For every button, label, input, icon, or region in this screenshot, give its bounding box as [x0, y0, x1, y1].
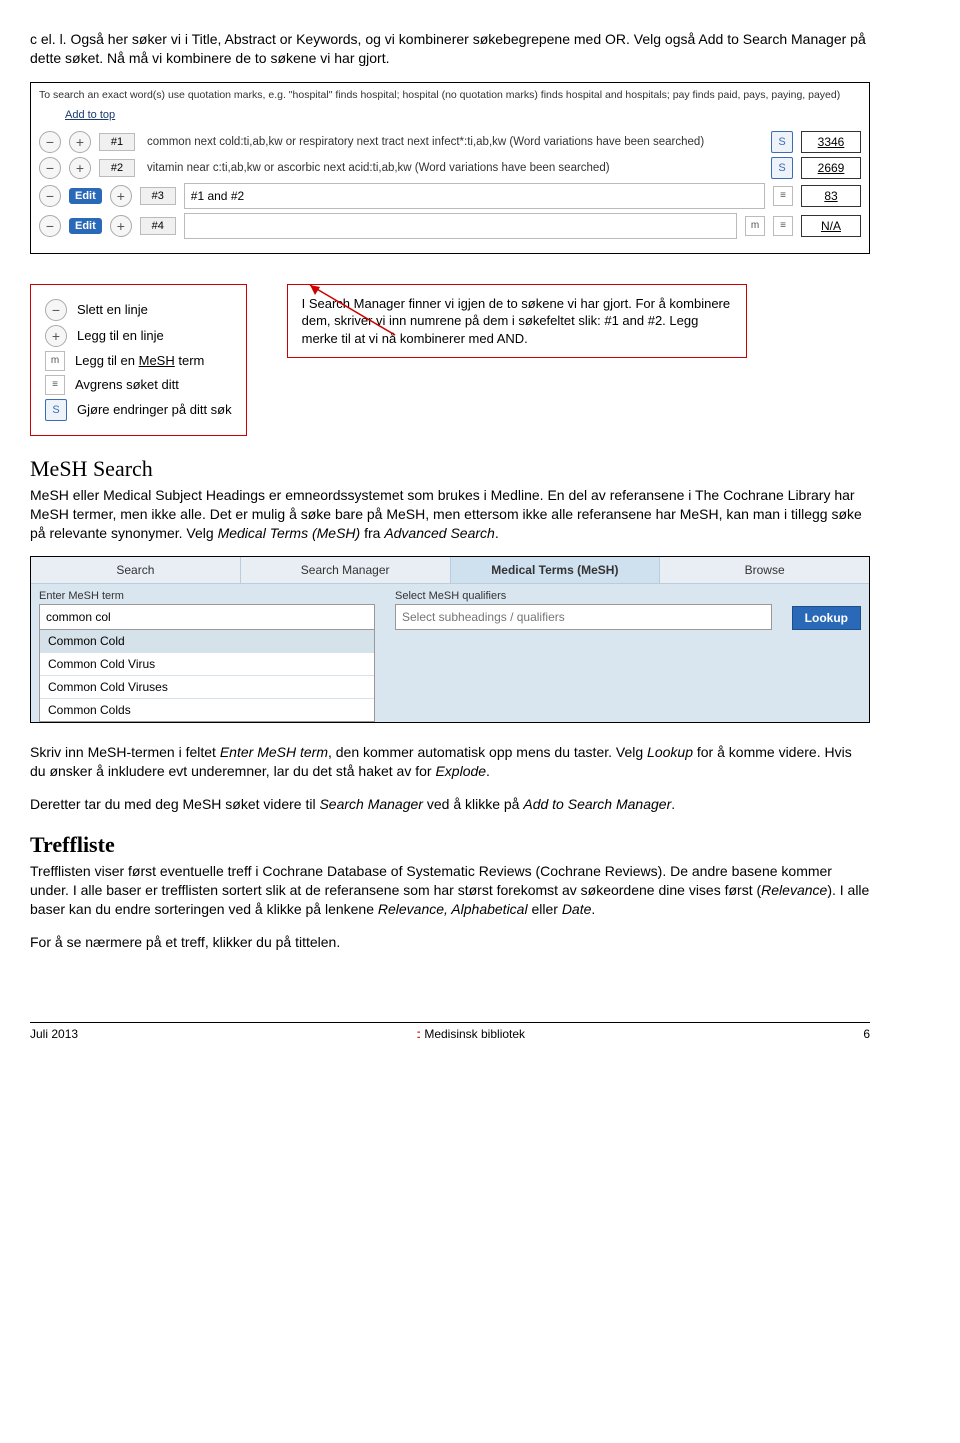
enter-mesh-label: Enter MeSH term — [39, 590, 375, 602]
treffliste-p2: For å se nærmere på et treff, klikker du… — [30, 933, 870, 952]
mesh-screenshot: Search Search Manager Medical Terms (MeS… — [30, 556, 870, 723]
after-mesh-p2: Deretter tar du med deg MeSH søket vider… — [30, 795, 870, 814]
legend-label: Slett en linje — [77, 302, 148, 317]
query-input[interactable] — [184, 183, 765, 209]
suggestion-list: Common Cold Common Cold Virus Common Col… — [39, 629, 375, 722]
add-to-top-link[interactable]: Add to top — [65, 109, 115, 121]
intro-paragraph: c el. l. Også her søker vi i Title, Abst… — [30, 30, 870, 68]
s-icon[interactable]: S — [771, 131, 793, 153]
minus-icon[interactable]: − — [39, 185, 61, 207]
legend-label: Legg til en linje — [77, 328, 164, 343]
qualifiers-input[interactable] — [395, 604, 772, 630]
after-mesh-p1: Skriv inn MeSH-termen i feltet Enter MeS… — [30, 743, 870, 781]
suggestion-item[interactable]: Common Cold — [40, 630, 374, 653]
treffliste-p1: Trefflisten viser først eventuelle treff… — [30, 862, 870, 919]
minus-icon[interactable]: − — [39, 131, 61, 153]
search-help-line: To search an exact word(s) use quotation… — [39, 89, 861, 101]
tab-mesh[interactable]: Medical Terms (MeSH) — [451, 557, 661, 583]
footer-mid: :: Medisinsk bibliotek — [416, 1027, 525, 1041]
intro-text: c el. l. Også her søker vi i Title, Abst… — [30, 31, 866, 66]
mesh-icon: m — [45, 351, 65, 371]
legend-box: −Slett en linje + Legg til en linje m Legg… — [30, 284, 247, 436]
page-footer: Juli 2013 :: Medisinsk bibliotek 6 — [30, 1022, 870, 1041]
minus-icon: − — [45, 299, 67, 321]
result-count[interactable]: 2669 — [801, 157, 861, 179]
result-count[interactable]: 83 — [801, 185, 861, 207]
limit-icon[interactable]: ≡ — [773, 216, 793, 236]
search-row-3: − Edit + #3 ≡ 83 — [39, 183, 861, 209]
legend-callout-wrap: −Slett en linje + Legg til en linje m Legg… — [30, 284, 870, 436]
search-row-2: − + #2 vitamin near c:ti,ab,kw or ascorb… — [39, 157, 861, 179]
mesh-icon[interactable]: m — [745, 216, 765, 236]
edit-button[interactable]: Edit — [69, 188, 102, 204]
query-input[interactable] — [184, 213, 737, 239]
row-number: #1 — [99, 133, 135, 151]
footer-left: Juli 2013 — [30, 1027, 78, 1041]
treffliste-heading: Treffliste — [30, 832, 870, 858]
row-number: #4 — [140, 217, 176, 235]
minus-icon[interactable]: − — [39, 215, 61, 237]
footer-page: 6 — [863, 1027, 870, 1041]
enter-mesh-input[interactable] — [39, 604, 375, 630]
s-icon[interactable]: S — [771, 157, 793, 179]
lookup-button[interactable]: Lookup — [792, 606, 861, 630]
plus-icon[interactable]: + — [110, 215, 132, 237]
arrow-icon — [300, 280, 400, 340]
query-text: common next cold:ti,ab,kw or respiratory… — [143, 136, 763, 148]
plus-icon: + — [45, 325, 67, 347]
legend-label: Legg til en MeSH term — [75, 353, 204, 368]
query-text: vitamin near c:ti,ab,kw or ascorbic next… — [143, 162, 763, 174]
legend-label: Avgrens søket ditt — [75, 377, 179, 392]
limit-icon[interactable]: ≡ — [773, 186, 793, 206]
s-icon: S — [45, 399, 67, 421]
limit-icon: ≡ — [45, 375, 65, 395]
suggestion-item[interactable]: Common Cold Virus — [40, 653, 374, 676]
mesh-tabbar: Search Search Manager Medical Terms (MeS… — [31, 557, 869, 584]
mesh-paragraph: MeSH eller Medical Subject Headings er e… — [30, 486, 870, 543]
tab-search[interactable]: Search — [31, 557, 241, 583]
suggestion-item[interactable]: Common Colds — [40, 699, 374, 721]
edit-button[interactable]: Edit — [69, 218, 102, 234]
minus-icon[interactable]: − — [39, 157, 61, 179]
plus-icon[interactable]: + — [69, 131, 91, 153]
search-row-4: − Edit + #4 m ≡ N/A — [39, 213, 861, 239]
mesh-heading: MeSH Search — [30, 456, 870, 482]
search-row-1: − + #1 common next cold:ti,ab,kw or resp… — [39, 131, 861, 153]
tab-browse[interactable]: Browse — [660, 557, 869, 583]
result-count[interactable]: N/A — [801, 215, 861, 237]
row-number: #3 — [140, 187, 176, 205]
legend-label: Gjøre endringer på ditt søk — [77, 402, 232, 417]
qualifiers-label: Select MeSH qualifiers — [395, 590, 772, 602]
plus-icon[interactable]: + — [69, 157, 91, 179]
mesh-body: Enter MeSH term Select MeSH qualifiers L… — [31, 584, 869, 722]
row-number: #2 — [99, 159, 135, 177]
tab-manager[interactable]: Search Manager — [241, 557, 451, 583]
result-count[interactable]: 3346 — [801, 131, 861, 153]
suggestion-item[interactable]: Common Cold Viruses — [40, 676, 374, 699]
search-manager-screenshot: To search an exact word(s) use quotation… — [30, 82, 870, 254]
plus-icon[interactable]: + — [110, 185, 132, 207]
